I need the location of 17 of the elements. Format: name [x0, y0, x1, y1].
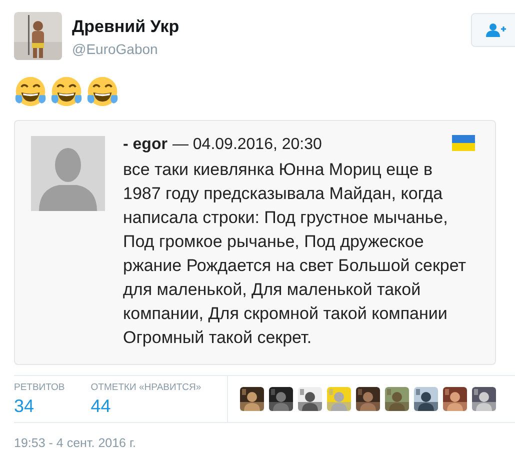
tweet-timestamp: 19:53 - 4 сент. 2016 г. — [14, 436, 137, 450]
quote-date: — 04.09.2016, 20:30 — [172, 136, 322, 154]
stat-label: ОТМЕТКИ «НРАВИТСЯ» — [90, 382, 202, 392]
laughing-face-icon — [86, 75, 119, 108]
author-name: Древний Укр — [72, 17, 180, 37]
stat-count[interactable]: 34 — [14, 396, 65, 416]
quote-author: - egor — [123, 136, 168, 154]
laughing-face-icon — [14, 75, 47, 108]
stat-count[interactable]: 44 — [90, 396, 202, 416]
follow-button[interactable] — [471, 13, 515, 47]
avatar — [14, 12, 62, 60]
laughing-face-icon — [50, 75, 83, 108]
stat-label: РЕТВИТОВ — [14, 382, 65, 392]
flag-icon — [452, 135, 475, 151]
quote-text: все таки киевлянка Юнна Мориц еще в 1987 году предсказывала Майдан, когда написала строки: Под грустное мычанье, Под громкое рычанье, Под дружеское ржание Рождается на свет Большой секрет для маленькой, Для маленькой такой компании, Для скромной такой компании Огромный такой секрет. — [123, 159, 468, 349]
author-handle: @EuroGabon — [72, 41, 159, 57]
follow-icon — [486, 23, 506, 37]
